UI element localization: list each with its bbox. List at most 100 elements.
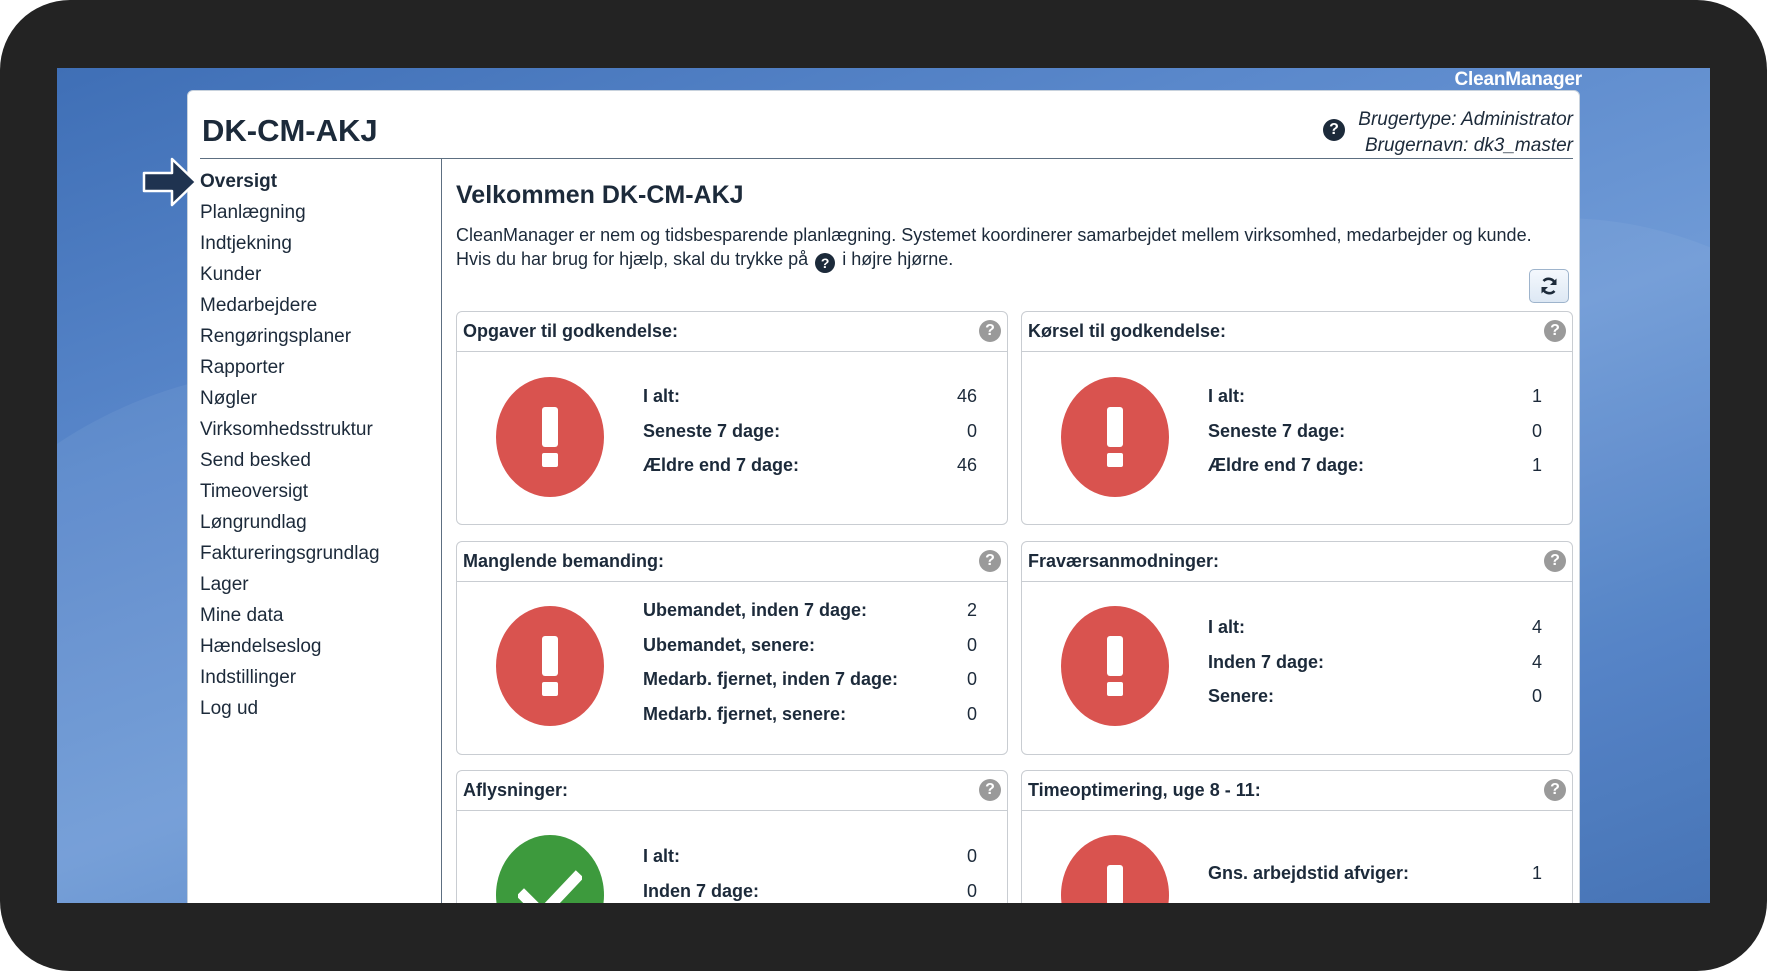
stat-row: Medarb. fjernet, senere: 0 [643, 704, 977, 739]
card-timeoptimering-header: Timeoptimering, uge 8 - 11: ? [1022, 771, 1572, 811]
sidebar-item-loengrundlag[interactable]: Løngrundlag [200, 512, 380, 543]
card-title: Opgaver til godkendelse: [463, 321, 679, 341]
stat-label: Inden 7 dage: [643, 880, 760, 901]
stat-label: I alt: [1208, 617, 1246, 637]
sidebar-item-noegler[interactable]: Nøgler [200, 388, 380, 419]
stat-label: Seneste 7 dage: [1208, 420, 1346, 441]
sidebar-item-mine-data[interactable]: Mine data [200, 605, 380, 636]
sidebar-item-send-besked[interactable]: Send besked [200, 450, 380, 481]
stat-value: 0 [966, 703, 977, 724]
card-title: Aflysninger: [463, 780, 569, 800]
help-icon[interactable]: ? [1323, 119, 1345, 141]
refresh-button[interactable] [1529, 269, 1569, 303]
card-opgaver: Opgaver til godkendelse: ? I alt: 46 Sene… [456, 311, 1008, 525]
card-title: Fraværsanmodninger: [1028, 551, 1220, 571]
sidebar-item-timeoversigt[interactable]: Timeoversigt [200, 481, 380, 512]
help-icon[interactable]: ? [979, 320, 1001, 342]
welcome-title: Velkommen DK-CM-AKJ [456, 181, 744, 209]
stat-label: Ældre end 7 dage: [643, 455, 800, 475]
main-content: Velkommen DK-CM-AKJ CleanManager er nem … [456, 159, 1573, 903]
sidebar-item-log-ud[interactable]: Log ud [200, 698, 380, 729]
card-bemanding: Manglende bemanding: ? Ubemandet, inden … [456, 541, 1008, 755]
sidebar-item-kunder[interactable]: Kunder [200, 264, 380, 295]
stat-value: 0 [966, 634, 977, 655]
sidebar-item-virksomhedsstruktur[interactable]: Virksomhedsstruktur [200, 419, 380, 450]
sidebar-item-planlaegning[interactable]: Planlægning [200, 202, 380, 233]
help-icon[interactable]: ? [1544, 779, 1566, 801]
desktop-screen: CleanManager DK-CM-AKJ ? Brugertype: Adm… [57, 68, 1710, 903]
stat-label: Ubemandet, senere: [643, 634, 816, 655]
stat-row: Ubemandet, inden 7 dage: 2 [643, 600, 977, 635]
stats-list: I alt: 1 Seneste 7 dage: 0 Ældre end 7 dag… [1208, 386, 1542, 490]
sidebar-item-faktureringsgrundlag[interactable]: Faktureringsgrundlag [200, 543, 380, 574]
stat-label: Medarb. fjernet, inden 7 dage: [643, 669, 899, 689]
sidebar-item-lager[interactable]: Lager [200, 574, 380, 605]
card-korsel-header: Kørsel til godkendelse: ? [1022, 312, 1572, 352]
site-title: DK-CM-AKJ [202, 113, 378, 148]
card-aflysninger: Aflysninger: ? I alt: 0 Inden 7 dage: 0 [456, 770, 1008, 903]
arrow-pointer-icon [142, 157, 198, 207]
stat-value: 0 [966, 669, 977, 689]
stat-row: Seneste 7 dage: 0 [1208, 421, 1542, 456]
intro-line-2-before: Hvis du har brug for hjælp, skal du tryk… [456, 249, 809, 269]
stats-list: Gns. arbejdstid afviger: 1 [1208, 863, 1542, 898]
sidebar-item-rengoeringsplaner[interactable]: Rengøringsplaner [200, 326, 380, 357]
help-icon[interactable]: ? [1544, 320, 1566, 342]
sidebar: Oversigt Planlægning Indtjekning Kunder … [188, 159, 442, 903]
stat-row: Medarb. fjernet, inden 7 dage: 0 [643, 669, 977, 704]
stat-row: Inden 7 dage: 0 [643, 881, 977, 904]
card-fravaer: Fraværsanmodninger: ? I alt: 4 Inden 7 da… [1021, 541, 1573, 755]
sidebar-item-medarbejdere[interactable]: Medarbejdere [200, 295, 380, 326]
stat-value: 46 [956, 455, 977, 475]
intro-line-2: Hvis du har brug for hjælp, skal du tryk… [456, 247, 1566, 273]
card-opgaver-header: Opgaver til godkendelse: ? [457, 312, 1007, 352]
stats-list: I alt: 4 Inden 7 dage: 4 Senere: 0 [1208, 617, 1542, 721]
stat-row: I alt: 0 [643, 846, 977, 881]
sidebar-item-indtjekning[interactable]: Indtjekning [200, 233, 380, 264]
card-title: Kørsel til godkendelse: [1028, 321, 1227, 341]
stat-row: I alt: 1 [1208, 386, 1542, 421]
sidebar-item-oversigt[interactable]: Oversigt [200, 171, 380, 202]
brand-label: CleanManager [1454, 69, 1583, 90]
stat-label: Inden 7 dage: [1208, 651, 1325, 672]
alert-icon [496, 606, 604, 726]
help-icon[interactable]: ? [979, 550, 1001, 572]
user-info: Brugertype: Administrator Brugernavn: dk… [1358, 107, 1573, 159]
stat-value: 0 [1531, 686, 1542, 706]
stat-value: 2 [966, 600, 977, 620]
user-type: Brugertype: Administrator [1358, 109, 1573, 130]
help-icon[interactable]: ? [979, 779, 1001, 801]
alert-icon [1061, 377, 1169, 497]
stat-row: Inden 7 dage: 4 [1208, 652, 1542, 687]
stat-label: I alt: [643, 386, 681, 406]
stat-label: Gns. arbejdstid afviger: [1208, 863, 1410, 883]
device-bezel: CleanManager DK-CM-AKJ ? Brugertype: Adm… [0, 0, 1767, 971]
stat-label: Ældre end 7 dage: [1208, 455, 1365, 475]
card-bemanding-header: Manglende bemanding: ? [457, 542, 1007, 582]
sidebar-item-rapporter[interactable]: Rapporter [200, 357, 380, 388]
stat-label: Senere: [1208, 686, 1275, 706]
stat-value: 1 [1531, 386, 1542, 406]
intro-text: CleanManager er nem og tidsbesparende pl… [456, 223, 1566, 273]
stat-value: 0 [1531, 420, 1542, 441]
refresh-icon [1541, 277, 1557, 295]
card-title: Timeoptimering, uge 8 - 11: [1028, 780, 1261, 800]
help-icon[interactable]: ? [1544, 550, 1566, 572]
card-timeoptimering: Timeoptimering, uge 8 - 11: ? Gns. arbej… [1021, 770, 1573, 903]
app-header: DK-CM-AKJ ? Brugertype: Administrator Br… [200, 91, 1573, 159]
stat-label: I alt: [643, 846, 681, 866]
intro-line-2-after: i højre hjørne. [842, 249, 954, 269]
stats-list: I alt: 46 Seneste 7 dage: 0 Ældre end 7 da… [643, 386, 977, 490]
sidebar-item-indstillinger[interactable]: Indstillinger [200, 667, 380, 698]
stat-row: I alt: 46 [643, 386, 977, 421]
alert-icon [496, 377, 604, 497]
stat-label: Ubemandet, inden 7 dage: [643, 600, 868, 620]
stats-list: Ubemandet, inden 7 dage: 2 Ubemandet, sen… [643, 600, 977, 738]
stat-row: Seneste 7 dage: 0 [643, 421, 977, 456]
check-icon [496, 835, 604, 903]
app-window: DK-CM-AKJ ? Brugertype: Administrator Br… [187, 90, 1580, 903]
stat-label: Seneste 7 dage: [643, 420, 781, 441]
stat-value: 0 [966, 880, 977, 901]
card-fravaer-header: Fraværsanmodninger: ? [1022, 542, 1572, 582]
sidebar-item-haendelseslog[interactable]: Hændelseslog [200, 636, 380, 667]
